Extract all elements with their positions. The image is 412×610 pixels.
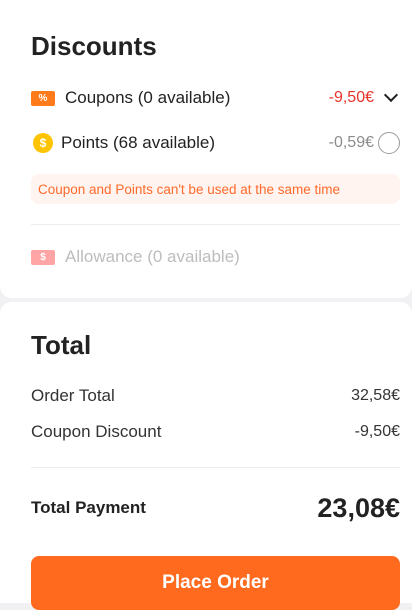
total-card: Total Order Total 32,58€ Coupon Discount… [0, 302, 412, 610]
points-value: -0,59€ [328, 134, 374, 151]
total-payment-label: Total Payment [31, 498, 146, 517]
total-payment-value: 23,08€ [317, 492, 400, 523]
coupon-icon: % [31, 90, 55, 106]
coupon-discount-value: -9,50€ [354, 423, 400, 440]
place-order-button[interactable]: Place Order [31, 556, 400, 610]
allowance-icon: $ [31, 249, 55, 265]
order-total-value: 32,58€ [351, 387, 400, 404]
coupon-discount-label: Coupon Discount [31, 422, 162, 441]
coupons-label: Coupons (0 available) [65, 88, 231, 107]
divider [31, 224, 400, 225]
points-row[interactable]: $ Points (68 available) -0,59€ [31, 129, 400, 157]
allowance-icon-glyph: $ [40, 251, 46, 263]
discounts-card: Discounts % Coupons (0 available) -9,50€… [0, 0, 412, 298]
divider [31, 467, 400, 468]
coupon-icon-glyph: % [38, 92, 48, 104]
coin-icon-glyph: $ [39, 136, 47, 150]
points-radio[interactable] [378, 132, 400, 154]
discounts-title: Discounts [31, 31, 157, 61]
coupons-value: -9,50€ [328, 89, 374, 106]
coupon-discount-row: Coupon Discount -9,50€ [31, 421, 400, 443]
allowance-label: Allowance (0 available) [65, 247, 240, 266]
total-payment-row: Total Payment 23,08€ [31, 492, 400, 524]
total-title: Total [31, 330, 92, 360]
coupons-row[interactable]: % Coupons (0 available) -9,50€ [31, 84, 400, 112]
order-total-row: Order Total 32,58€ [31, 385, 400, 407]
points-label: Points (68 available) [61, 133, 216, 152]
order-total-label: Order Total [31, 386, 115, 405]
discount-notice: Coupon and Points can't be used at the s… [31, 174, 400, 204]
chevron-down-icon[interactable] [383, 87, 399, 103]
allowance-row: $ Allowance (0 available) [31, 243, 400, 271]
coin-icon: $ [33, 133, 53, 153]
